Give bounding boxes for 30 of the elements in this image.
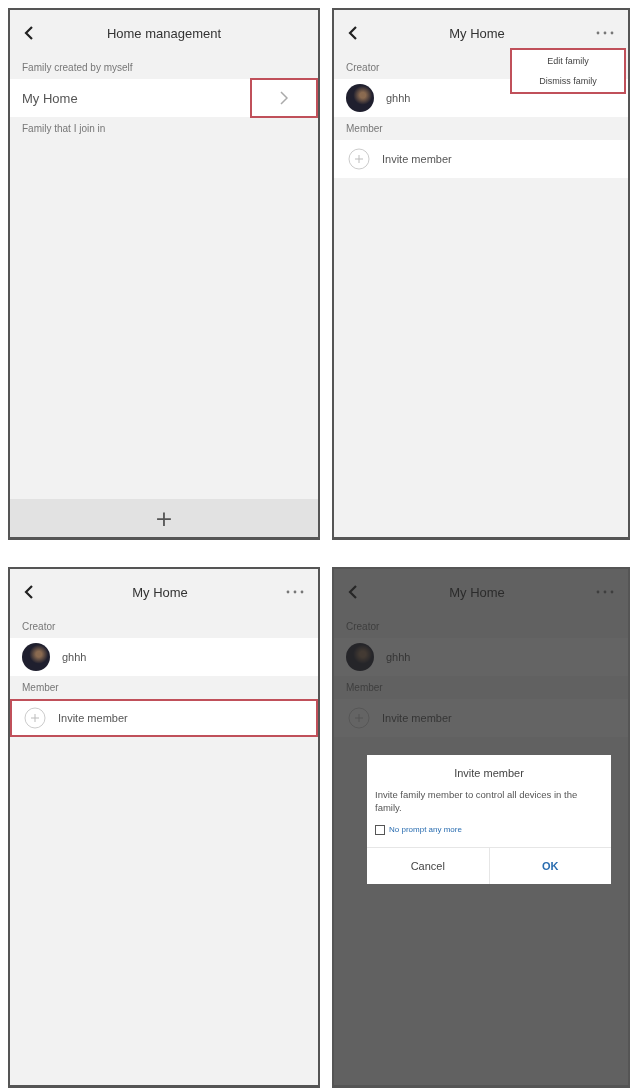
dialog-title: Invite member bbox=[453, 766, 525, 781]
creator-name: ghhh bbox=[386, 92, 411, 104]
more-icon[interactable] bbox=[286, 590, 304, 594]
section-header: Creator bbox=[21, 620, 57, 634]
checkbox-label[interactable]: No prompt any more bbox=[389, 825, 462, 835]
plus-circle-icon bbox=[24, 707, 46, 729]
avatar bbox=[22, 643, 50, 671]
screen-title: Home management bbox=[105, 25, 223, 41]
back-icon[interactable] bbox=[24, 25, 34, 41]
dialog-message: Invite family member to control all devices in the family. bbox=[374, 789, 579, 815]
checkbox[interactable] bbox=[375, 824, 385, 835]
avatar bbox=[346, 84, 374, 112]
section-header: Creator bbox=[345, 61, 381, 75]
section-header: Family created by myself bbox=[21, 61, 134, 75]
section-header: Member bbox=[21, 681, 60, 695]
creator-name: ghhh bbox=[62, 651, 87, 663]
invite-member-row[interactable]: Invite member bbox=[10, 699, 318, 737]
back-icon[interactable] bbox=[24, 584, 34, 600]
screen-title: My Home bbox=[131, 584, 189, 600]
more-icon[interactable] bbox=[596, 31, 614, 35]
screen-title: My Home bbox=[448, 25, 506, 41]
menu-item[interactable]: Dismiss family bbox=[539, 76, 597, 86]
add-button[interactable]: + bbox=[10, 499, 318, 537]
chevron-icon[interactable] bbox=[250, 78, 318, 118]
section-header: Family that I join in bbox=[21, 122, 107, 136]
section-header: Member bbox=[345, 122, 384, 136]
menu-item[interactable]: Edit family bbox=[547, 56, 589, 66]
invite-member-row[interactable]: Invite member bbox=[334, 140, 628, 178]
plus-circle-icon bbox=[348, 148, 370, 170]
back-icon[interactable] bbox=[348, 25, 358, 41]
